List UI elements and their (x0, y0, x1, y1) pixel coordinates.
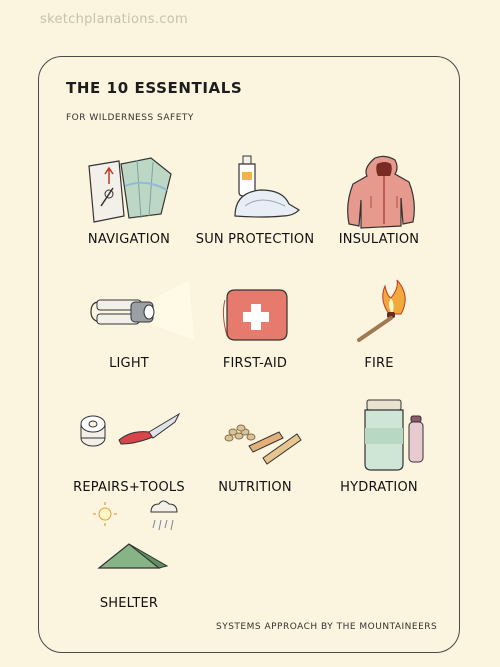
essential-label: SUN PROTECTION (195, 232, 315, 247)
essential-hydration: HYDRATION (314, 399, 444, 514)
page-title: THE 10 ESSENTIALS (66, 79, 243, 97)
tent-sun-rain-icon (93, 500, 178, 569)
map-compass-icon (88, 157, 172, 223)
essential-label: FIRST-AID (222, 356, 288, 371)
essential-insulation: INSULATION (314, 155, 444, 266)
first-aid-kit-icon (222, 289, 288, 341)
essential-fire: FIRE (314, 279, 444, 390)
essential-label: INSULATION (338, 232, 420, 247)
essential-label: NUTRITION (218, 480, 292, 495)
essential-sun-protection: SUN PROTECTION (190, 155, 320, 266)
page-subtitle: FOR WILDERNESS SAFETY (66, 113, 194, 123)
water-bottle-icon (364, 399, 424, 471)
essential-repairs-tools: REPAIRS+TOOLS (64, 404, 194, 514)
essential-label: LIGHT (109, 356, 149, 371)
watermark: sketchplanations.com (40, 12, 188, 27)
match-flame-icon (357, 279, 406, 342)
essential-label: FIRE (364, 356, 394, 371)
essential-label: NAVIGATION (87, 232, 171, 247)
essential-first-aid: FIRST-AID (190, 280, 320, 390)
essential-label: HYDRATION (340, 480, 418, 495)
footer-credit: SYSTEMS APPROACH by THE MOUNTAINEERS (216, 622, 438, 632)
essential-navigation: NAVIGATION (64, 156, 194, 266)
essential-light: LIGHT (64, 280, 194, 390)
tape-knife-icon (80, 412, 181, 447)
essential-label: REPAIRS+TOOLS (73, 480, 185, 495)
essential-label: SHELTER (99, 596, 159, 611)
sunscreen-cap-icon (234, 155, 300, 218)
essential-shelter: SHELTER (64, 500, 194, 630)
jacket-icon (347, 155, 415, 229)
essential-nutrition: NUTRITION (190, 404, 320, 514)
nuts-bars-icon (224, 424, 302, 465)
headlamp-icon (90, 280, 194, 340)
